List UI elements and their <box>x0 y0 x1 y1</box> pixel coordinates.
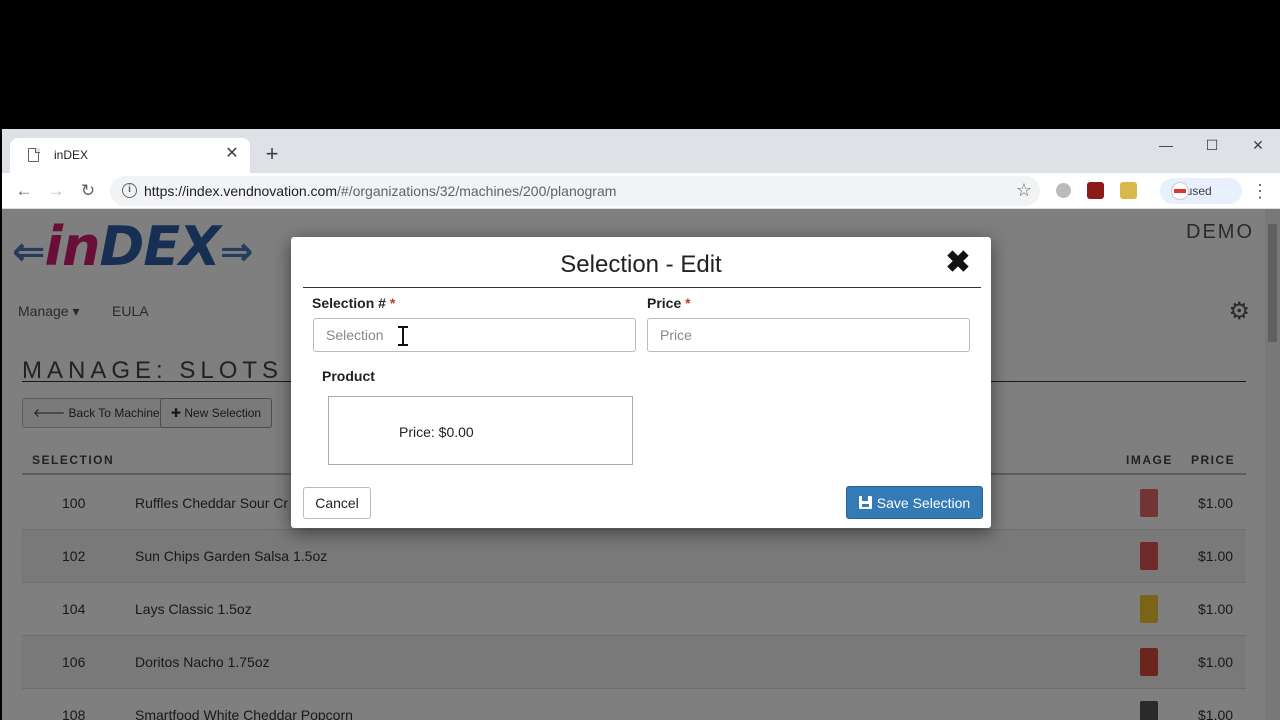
window-close-icon[interactable]: ✕ <box>1240 133 1276 157</box>
product-label: Product <box>322 368 375 384</box>
tab-index[interactable]: inDEX ✕ <box>10 138 250 173</box>
dialog-title: Selection - Edit <box>560 251 722 278</box>
back-icon[interactable]: ← <box>12 179 36 203</box>
selection-edit-dialog: Selection - Edit ✖ Selection # * Price *… <box>291 237 991 528</box>
extension-circle-icon[interactable] <box>1056 183 1071 198</box>
tab-title: inDEX <box>54 148 89 162</box>
extension-puzzle-icon[interactable] <box>1120 182 1137 199</box>
save-selection-button[interactable]: Save Selection <box>846 486 983 519</box>
close-icon[interactable]: ✖ <box>943 248 973 279</box>
screen: inDEX ✕ + — ☐ ✕ ← → ↻ i https://index.ve… <box>0 0 1280 720</box>
save-icon <box>858 495 872 509</box>
dialog-divider <box>303 287 981 288</box>
page-content: ⇐inDEX⇒ DEMO Manage ▾ EULA ⚙ MANAGE: SLO… <box>2 209 1280 720</box>
product-price-text: Price: $0.00 <box>399 424 474 440</box>
browser-menu-icon[interactable]: ⋮ <box>1250 179 1270 203</box>
browser-toolbar: ← → ↻ i https://index.vendnovation.com/#… <box>2 173 1280 209</box>
reload-icon[interactable]: ↻ <box>76 179 100 203</box>
cancel-button[interactable]: Cancel <box>303 487 371 519</box>
bookmark-star-icon[interactable]: ☆ <box>1016 180 1032 201</box>
browser-window: inDEX ✕ + — ☐ ✕ ← → ↻ i https://index.ve… <box>2 129 1280 720</box>
page-icon <box>28 147 40 162</box>
site-info-icon[interactable]: i <box>122 183 137 198</box>
maximize-icon[interactable]: ☐ <box>1194 133 1230 157</box>
price-label: Price * <box>647 295 691 311</box>
selection-input[interactable] <box>313 318 636 352</box>
tab-close-icon[interactable]: ✕ <box>222 144 242 164</box>
black-letterbox <box>0 0 1280 129</box>
selection-number-label: Selection # * <box>312 295 396 311</box>
text-cursor-icon <box>397 326 409 346</box>
price-input[interactable] <box>647 318 970 352</box>
pdf-extension-icon[interactable] <box>1087 182 1104 199</box>
profile-paused-button[interactable]: Paused <box>1160 178 1242 204</box>
product-card[interactable]: Price: $0.00 <box>328 396 633 465</box>
profile-avatar <box>1171 182 1189 200</box>
url-text[interactable]: https://index.vendnovation.com/#/organiz… <box>144 183 616 199</box>
address-bar[interactable]: i https://index.vendnovation.com/#/organ… <box>110 176 1040 206</box>
forward-icon[interactable]: → <box>44 179 68 203</box>
tab-strip: inDEX ✕ + — ☐ ✕ <box>2 129 1280 173</box>
new-tab-icon[interactable]: + <box>260 143 284 167</box>
minimize-icon[interactable]: — <box>1148 133 1184 157</box>
